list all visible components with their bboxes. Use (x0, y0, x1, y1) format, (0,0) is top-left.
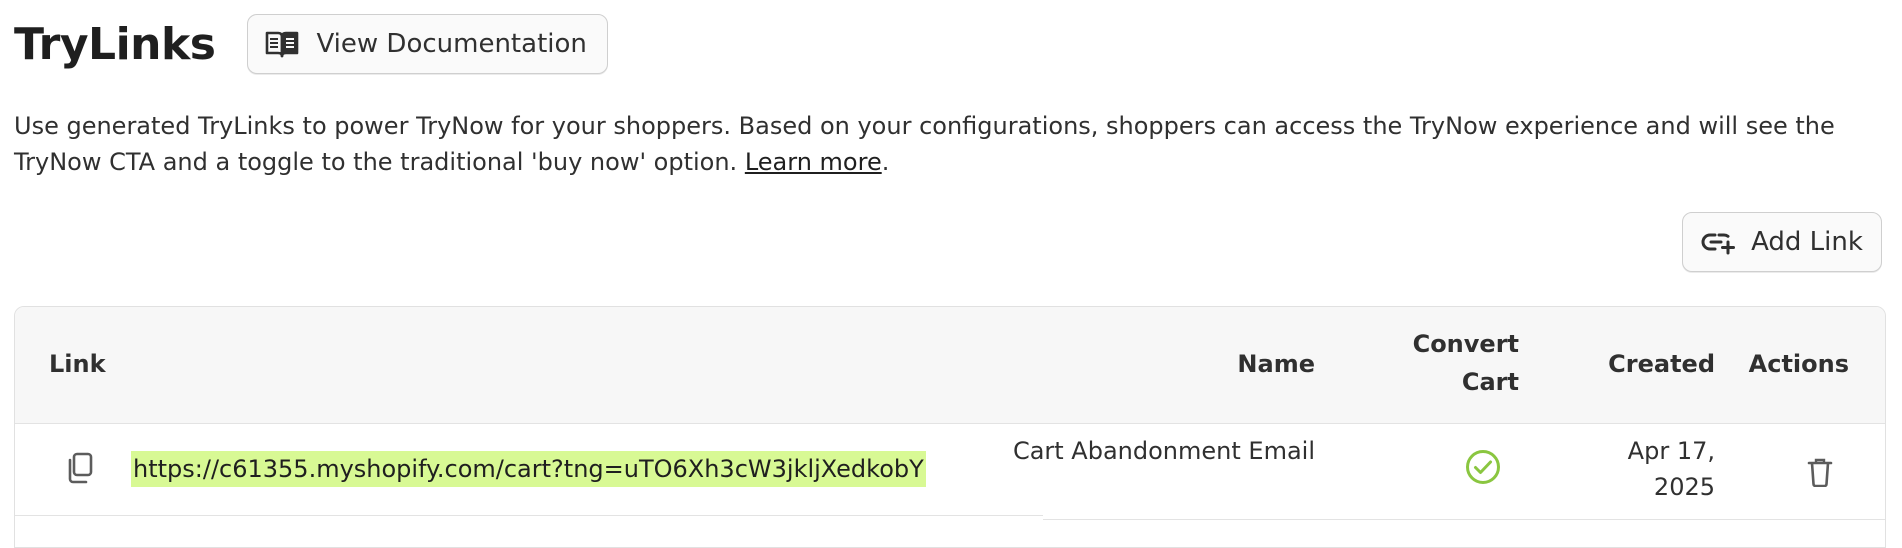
link-name-cell: Cart Abandonment Email (1012, 437, 1315, 465)
created-date-cell: Apr 17, 2025 (1627, 437, 1715, 501)
copy-icon[interactable] (65, 451, 95, 485)
page-title: TryLinks (14, 18, 216, 70)
add-link-icon (1701, 229, 1736, 255)
add-link-button[interactable]: Add Link (1682, 212, 1882, 272)
description-text: Use generated TryLinks to power TryNow f… (14, 112, 1835, 176)
check-circle-icon (1465, 449, 1501, 485)
add-link-label: Add Link (1751, 227, 1863, 257)
column-header-name[interactable]: Name (1015, 345, 1315, 383)
row-divider (1043, 519, 1885, 520)
learn-more-link[interactable]: Learn more (745, 148, 882, 176)
book-icon (264, 29, 300, 59)
trylink-url[interactable]: https://c61355.myshopify.com/cart?tng=uT… (131, 451, 926, 487)
trash-icon[interactable] (1807, 457, 1833, 488)
page-description: Use generated TryLinks to power TryNow f… (14, 112, 1835, 176)
column-header-convert-cart[interactable]: Convert Cart (1379, 325, 1519, 401)
view-documentation-button[interactable]: View Documentation (247, 14, 608, 74)
row-divider (15, 515, 1043, 516)
table-header: Link Name Convert Cart Created Actions (15, 307, 1885, 424)
view-documentation-label: View Documentation (316, 29, 587, 59)
page-header: TryLinks View Documentation (14, 14, 608, 74)
column-header-actions: Actions (1748, 350, 1849, 378)
column-header-link[interactable]: Link (49, 345, 106, 383)
trylinks-table: Link Name Convert Cart Created Actions h… (14, 306, 1886, 548)
